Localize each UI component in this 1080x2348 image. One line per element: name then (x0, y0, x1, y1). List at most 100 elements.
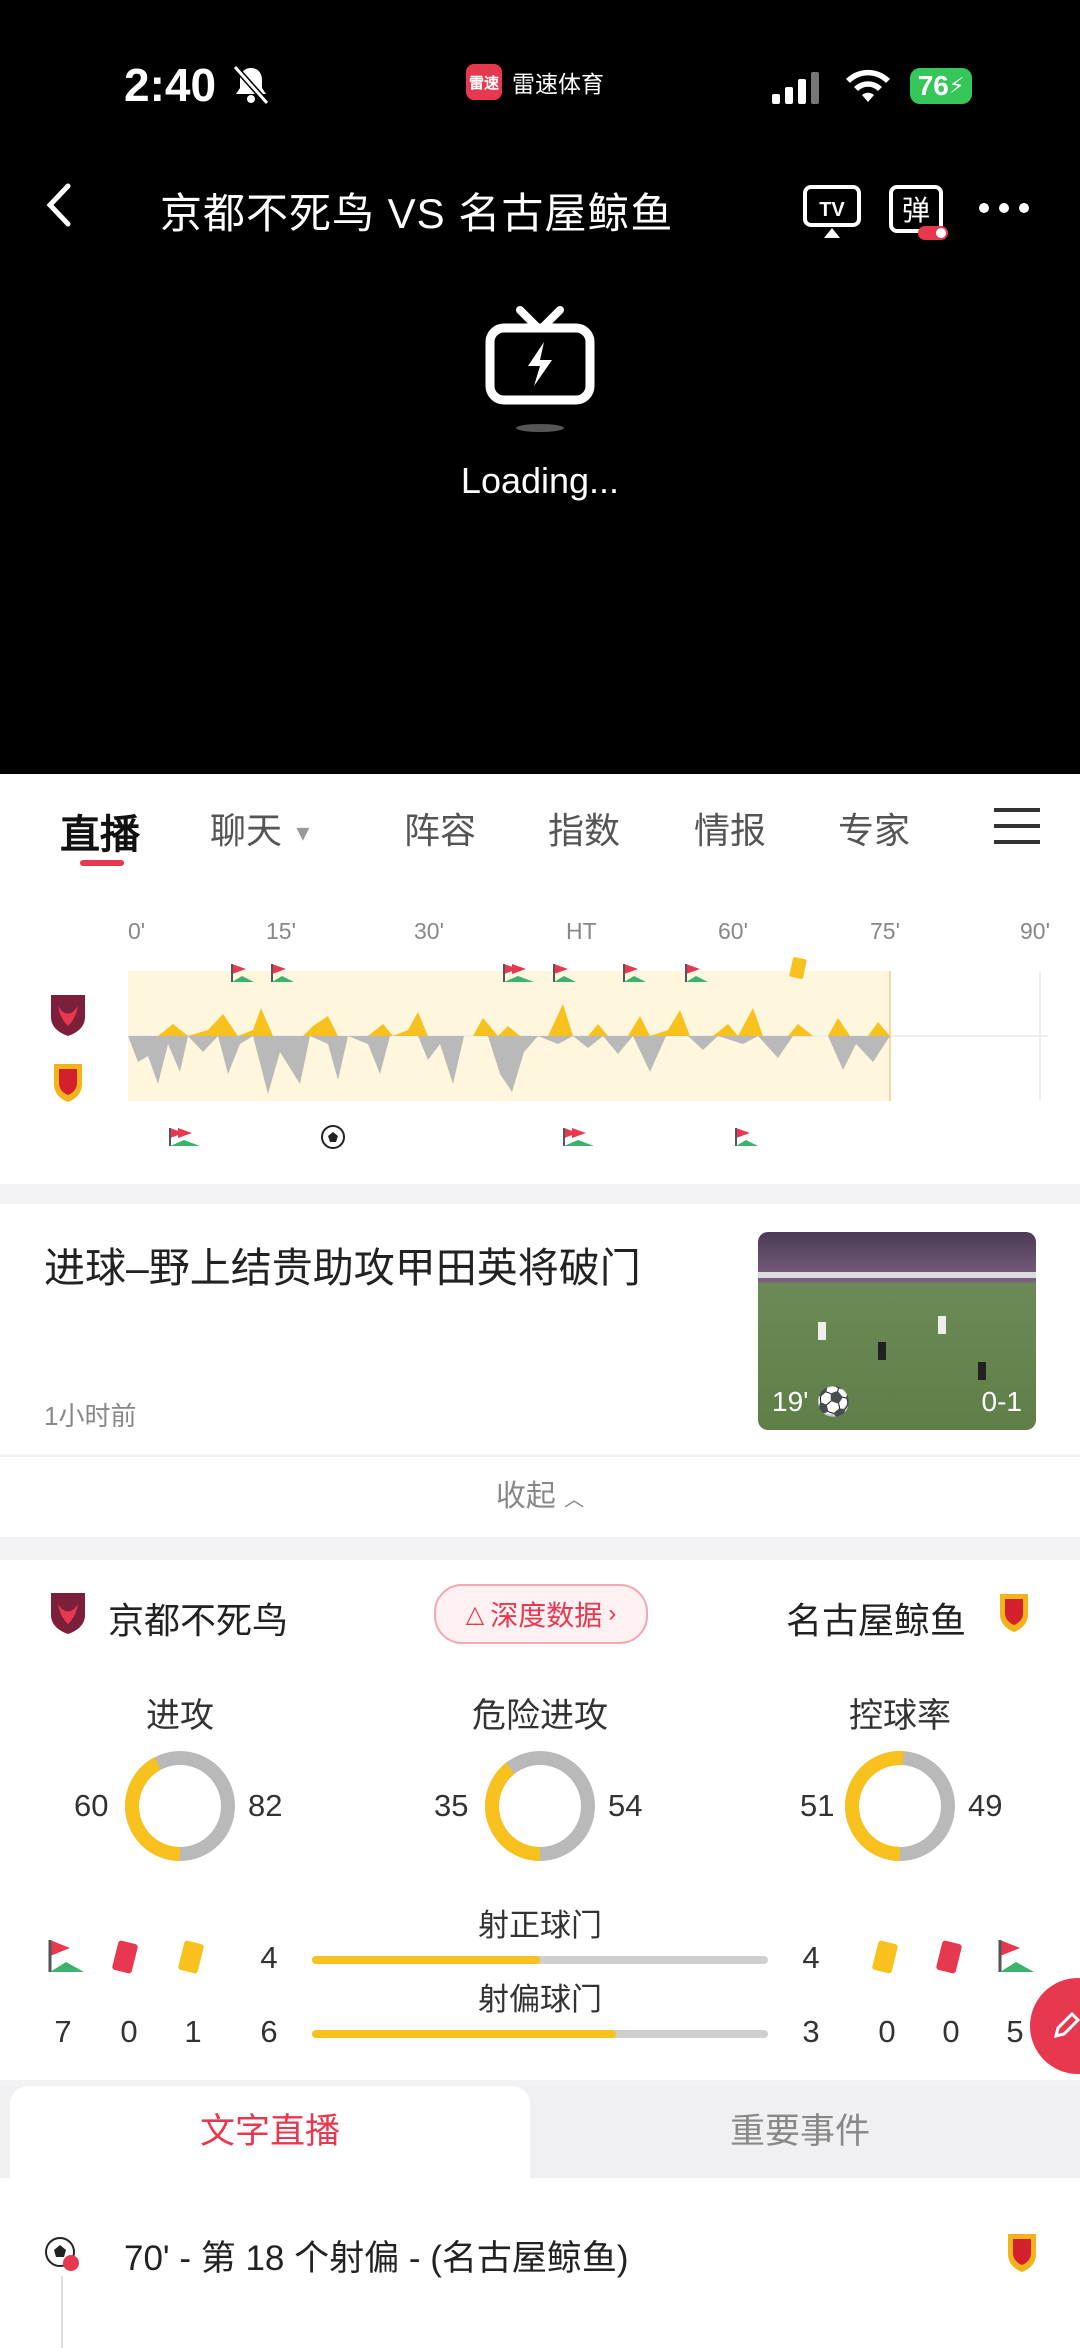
dangerous-attacks-ring (485, 1751, 595, 1861)
yellow-card-icon (176, 1938, 206, 1983)
home-dangerous-attacks: 35 (434, 1788, 469, 1823)
away-yellow-cards: 0 (878, 2014, 896, 2049)
chevron-right-icon: › (608, 1600, 617, 1627)
feed-entry: 70' - 第 18 个射偏 - (名古屋鲸鱼) (124, 2239, 629, 2278)
shots-off-target-bar (312, 2030, 768, 2038)
corner-flag-icon (996, 1938, 1036, 1979)
shots-off-target-label: 射偏球门 (478, 1982, 602, 2017)
status-time: 2:40 (124, 59, 217, 111)
timeline-tick: 15' (266, 918, 296, 944)
home-team-name: 京都不死鸟 (108, 1600, 289, 1641)
corner-flag-icon (562, 1126, 596, 1153)
tab-lineup[interactable]: 阵容 (404, 802, 476, 854)
red-card-icon (934, 1938, 964, 1983)
goal-ball-icon (320, 1124, 346, 1155)
goal-highlight-card[interactable]: 进球–野上结贵助攻甲田英将破门 1小时前 19' ⚽ 0-1 (0, 1204, 1080, 1454)
tab-chat-label: 聊天 (210, 810, 283, 851)
shots-on-target-fill (312, 1956, 540, 1964)
home-yellow-cards: 1 (184, 2014, 202, 2049)
mute-bell-icon (232, 64, 270, 111)
timeline-tick: 60' (718, 918, 748, 944)
svg-text:TV: TV (819, 199, 845, 221)
red-card-icon (110, 1938, 140, 1983)
shots-off-target-fill (312, 2030, 617, 2038)
video-player[interactable]: 2:40 雷速 雷速体育 76 ⚡ 京都不死鸟 VS 名古屋鲸鱼 TV 弹 Loa… (0, 0, 1080, 774)
yellow-card-icon (788, 956, 808, 987)
home-attacks: 60 (74, 1788, 109, 1823)
yellow-card-icon (870, 1938, 900, 1983)
menu-icon[interactable] (994, 806, 1040, 851)
commentary-feed: 70' - 第 18 个射偏 - (名古屋鲸鱼) (0, 2178, 1080, 2348)
svg-text:弹: 弹 (902, 194, 930, 227)
battery-level: 76 (917, 70, 949, 101)
away-possession: 49 (968, 1788, 1003, 1823)
home-possession: 51 (800, 1788, 835, 1823)
dropdown-triangle-icon: ▼ (292, 820, 314, 846)
tab-odds[interactable]: 指数 (548, 802, 620, 854)
back-chevron-icon[interactable] (40, 180, 106, 246)
wifi-icon (844, 66, 892, 109)
tab-chat[interactable]: 聊天 ▼ (210, 802, 314, 854)
away-team-crest-icon (50, 1060, 86, 1111)
more-options-icon[interactable] (976, 200, 1032, 221)
stat-label-possession: 控球率 (849, 1697, 951, 1735)
away-red-cards: 0 (942, 2014, 960, 2049)
deep-data-label: 深度数据 (490, 1600, 603, 1631)
away-attacks: 82 (248, 1788, 283, 1823)
home-corners: 7 (54, 2014, 72, 2049)
match-title: 京都不死鸟 VS 名古屋鲸鱼 (160, 190, 674, 237)
timeline-tick: 30' (414, 918, 444, 944)
home-team-crest-icon (48, 1590, 88, 1641)
edit-pencil-icon (1052, 2008, 1080, 2047)
home-shots-off-target: 6 (260, 2014, 278, 2049)
corner-flag-icon (168, 1126, 202, 1153)
away-team-name: 名古屋鲸鱼 (786, 1600, 967, 1641)
deep-data-button[interactable]: △ 深度数据 › (434, 1584, 648, 1644)
loading-text: Loading... (460, 460, 620, 501)
tab-live[interactable]: 直播 (60, 802, 140, 860)
away-team-crest-icon (1004, 2230, 1040, 2281)
live-tv-icon (480, 300, 600, 445)
corner-flag-icon (502, 962, 536, 989)
main-tabs: 直播 聊天 ▼ 阵容 指数 情报 专家 (0, 774, 1080, 881)
corner-flag-icon (46, 1938, 86, 1979)
thumbnail-score: 0-1 (981, 1386, 1022, 1417)
warning-triangle-icon: △ (465, 1600, 485, 1628)
tab-key-events[interactable]: 重要事件 (530, 2086, 1070, 2178)
goal-title: 进球–野上结贵助攻甲田英将破门 (44, 1245, 641, 1291)
tab-intel[interactable]: 情报 (694, 802, 766, 854)
danmu-toggle-button[interactable]: 弹 (888, 184, 952, 242)
corner-flag-icon (270, 962, 296, 989)
collapse-button[interactable]: 收起 ︿ (0, 1456, 1080, 1537)
away-team-crest-icon (996, 1590, 1032, 1641)
away-dangerous-attacks: 54 (608, 1788, 643, 1823)
status-app-name: 雷速体育 (512, 71, 604, 97)
away-corners: 5 (1006, 2014, 1024, 2049)
attacks-ring (125, 1751, 235, 1861)
soccer-ball-icon: ⚽ (816, 1386, 852, 1417)
shots-on-target-label: 射正球门 (478, 1908, 602, 1943)
shots-on-target-bar (312, 1956, 768, 1964)
away-shots-on-target: 4 (802, 1940, 820, 1975)
status-app-indicator: 雷速 雷速体育 (466, 64, 604, 100)
timeline-tick: 90' (1020, 918, 1050, 944)
tab-experts[interactable]: 专家 (838, 802, 910, 854)
goal-time-ago: 1小时前 (44, 1401, 137, 1431)
collapse-label: 收起 (495, 1480, 556, 1513)
tv-cast-button[interactable]: TV (802, 184, 862, 245)
thumbnail-minute: 19' ⚽ (772, 1385, 851, 1418)
timeline-tick: 75' (870, 918, 900, 944)
match-stats-panel: 京都不死鸟 △ 深度数据 › 名古屋鲸鱼 进攻 60 82 危险进攻 35 54… (0, 1560, 1080, 2080)
timeline-tick: HT (566, 918, 597, 944)
tab-text-live[interactable]: 文字直播 (10, 2086, 530, 2178)
goal-minute: 19' (772, 1386, 809, 1417)
signal-icon (772, 70, 820, 109)
battery-indicator: 76 ⚡ (910, 68, 972, 104)
goal-video-thumbnail[interactable]: 19' ⚽ 0-1 (758, 1232, 1036, 1430)
corner-flag-icon (684, 962, 710, 989)
corner-flag-icon (622, 962, 648, 989)
stat-label-attacks: 进攻 (146, 1697, 214, 1735)
commentary-tabs: 文字直播 重要事件 (0, 2086, 1080, 2178)
away-shots-off-target: 3 (802, 2014, 820, 2049)
home-red-cards: 0 (120, 2014, 138, 2049)
